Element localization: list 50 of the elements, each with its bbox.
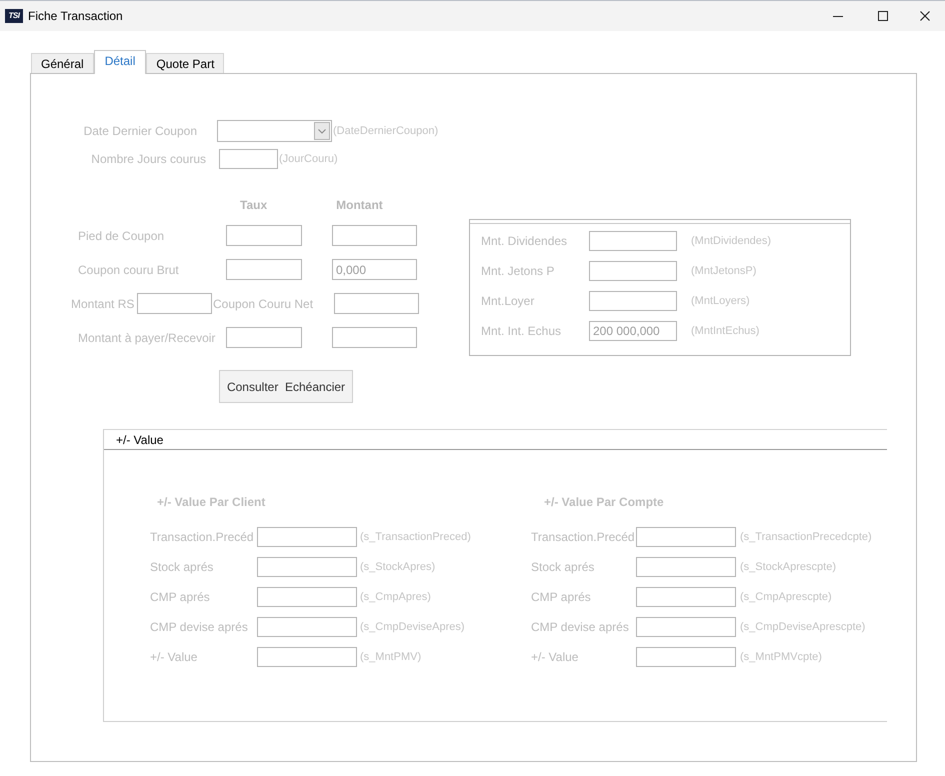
field-hint: (s_MntPMV): [360, 651, 422, 663]
field-hint: (s_TransactionPreced): [360, 531, 471, 543]
field-label: Stock aprés: [531, 560, 594, 574]
column-header: Taux: [240, 198, 268, 212]
field-hint: (JourCouru): [279, 153, 338, 165]
field-label: Coupon Couru Net: [213, 296, 314, 310]
field-label: CMP aprés: [150, 590, 210, 604]
field-label: Transaction.Precéd: [150, 530, 254, 544]
field-label: Coupon couru Brut: [78, 262, 179, 276]
field-label: Mnt. Jetons P: [481, 264, 554, 278]
field-hint: (s_TransactionPrecedcpte): [740, 531, 872, 543]
field-hint: (DateDernierCoupon): [333, 125, 438, 137]
column-header: Montant: [336, 198, 383, 212]
field-hint: (MntLoyers): [691, 295, 750, 307]
field-label: Transaction.Precéd: [531, 530, 635, 544]
field-label: Date Dernier Coupon: [84, 124, 197, 138]
window-title: Fiche Transaction: [28, 9, 123, 23]
field-hint: (MntJetonsP): [691, 265, 756, 277]
field-label: Montant RS: [71, 296, 134, 310]
field-label: Mnt. Int. Echus: [481, 324, 562, 338]
field-label: CMP devise aprés: [531, 620, 629, 634]
field-label: CMP aprés: [531, 590, 591, 604]
tab[interactable]: Détail: [94, 50, 146, 74]
field-label: CMP devise aprés: [150, 620, 248, 634]
field-hint: (s_CmpDeviseAprescpte): [740, 621, 866, 633]
field-label: Pied de Coupon: [78, 228, 164, 242]
field-label: +/- Value: [531, 650, 578, 664]
field-hint: (s_StockApres): [360, 561, 436, 573]
field-label: Mnt. Dividendes: [481, 234, 568, 248]
caret-icon: [314, 122, 330, 140]
field-label: Stock aprés: [150, 560, 214, 574]
field-hint: (MntDividendes): [691, 235, 772, 247]
field-hint: (s_CmpAprescpte): [740, 591, 832, 603]
group-heading: +/- Value Par Client: [157, 495, 266, 510]
field-label: Montant à payer/Recevoir: [78, 330, 216, 344]
app-logo: TSI: [5, 9, 23, 23]
close-icon: [920, 11, 930, 21]
maximize-icon: [878, 11, 888, 21]
field-label: +/- Value: [150, 650, 198, 664]
field-label: Mnt.Loyer: [481, 294, 534, 308]
field-hint: (MntIntEchus): [691, 325, 760, 337]
field-hint: (s_StockAprescpte): [740, 561, 836, 573]
field-hint: (s_MntPMVcpte): [740, 651, 822, 663]
field-hint: (s_CmpDeviseApres): [360, 621, 465, 633]
field-hint: (s_CmpApres): [360, 591, 431, 603]
group-heading: +/- Value Par Compte: [544, 495, 664, 510]
tab[interactable]: Général: [31, 53, 94, 73]
field-label: Nombre Jours courus: [91, 152, 206, 166]
tab[interactable]: Quote Part: [146, 53, 224, 73]
section-header: +/- Value: [104, 430, 887, 450]
